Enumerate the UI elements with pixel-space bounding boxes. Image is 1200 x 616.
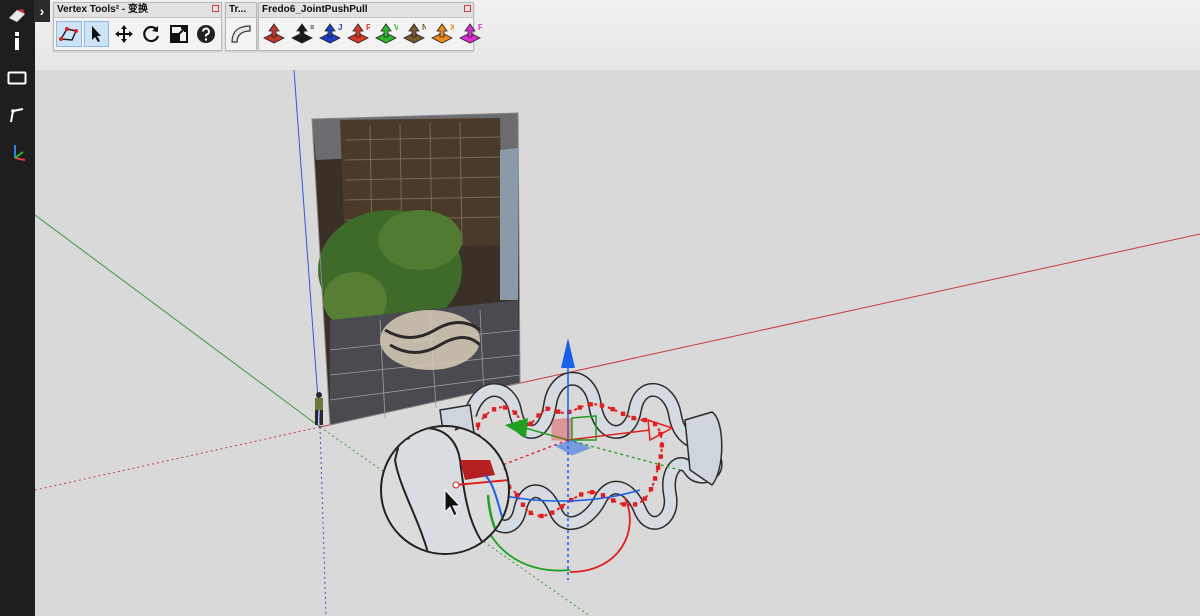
left-sidebar xyxy=(0,0,35,616)
vertex-handle[interactable] xyxy=(631,415,636,421)
vertex-handle[interactable] xyxy=(545,406,550,411)
rectangle-icon[interactable] xyxy=(2,63,32,93)
vertex-handle[interactable] xyxy=(559,504,564,509)
volume-push-pull-button[interactable]: V xyxy=(373,21,399,47)
photo-panel[interactable] xyxy=(311,112,521,426)
vertex-handle[interactable] xyxy=(536,413,541,418)
vertex-handle[interactable] xyxy=(577,405,582,410)
joint-push-pull-blue-button[interactable]: J xyxy=(317,21,343,47)
toolbar-close-icon[interactable] xyxy=(212,5,219,12)
button-letter: N xyxy=(422,23,426,32)
toolbar-title: Fredo6_JointPushPull xyxy=(259,3,473,18)
vector-push-pull-icon: = xyxy=(291,23,314,44)
vertex-tools-toolbar: Vertex Tools² - 变换 xyxy=(53,2,222,51)
vertex-handle[interactable] xyxy=(578,492,584,497)
button-letter: R xyxy=(366,23,370,32)
volume-push-pull-icon: V xyxy=(375,23,398,44)
button-letter: V xyxy=(394,23,398,32)
vertex-handle[interactable] xyxy=(655,465,661,470)
vertex-handle[interactable] xyxy=(550,510,555,515)
move-button[interactable] xyxy=(111,21,137,47)
toolbar-title: Tr... xyxy=(226,3,256,18)
vertex-handle[interactable] xyxy=(555,409,561,414)
select-arrow-button[interactable] xyxy=(83,21,109,47)
curve-deform-button[interactable] xyxy=(227,21,255,47)
z-axis-arrow-icon[interactable] xyxy=(561,338,575,368)
extrude-f-icon: F xyxy=(459,23,482,44)
vertex-handle[interactable] xyxy=(648,486,654,492)
toolbar-title: Vertex Tools² - 变换 xyxy=(54,3,221,18)
magnifier-loupe xyxy=(380,425,510,555)
normal-extrude-button[interactable]: N xyxy=(401,21,427,47)
sidebar-expand-button[interactable]: › xyxy=(34,0,50,22)
vertex-handle[interactable] xyxy=(610,498,616,503)
vertex-handle[interactable] xyxy=(658,454,663,459)
button-letter: F xyxy=(478,23,482,32)
vertex-handle[interactable] xyxy=(482,413,488,419)
axes-icon[interactable] xyxy=(2,137,32,167)
info-icon[interactable] xyxy=(2,26,32,56)
curve-deform-icon xyxy=(231,25,251,43)
xz-plane-handle[interactable] xyxy=(551,417,573,441)
scene-canvas[interactable] xyxy=(35,70,1200,616)
vertex-handle[interactable] xyxy=(520,502,526,507)
button-letter: J xyxy=(338,23,342,32)
button-letter: X xyxy=(450,23,454,32)
blue-axis-negative xyxy=(319,426,327,616)
joint-push-pull-blue-icon: J xyxy=(319,23,342,44)
red-axis-negative xyxy=(35,426,321,491)
joint-push-pull-toolbar: Fredo6_JointPushPull = J R V N X F xyxy=(258,2,482,51)
vertex-handle[interactable] xyxy=(659,443,665,448)
normal-push-pull-icon: R xyxy=(347,23,370,44)
select-polygon-icon xyxy=(58,27,78,41)
vertex-handle[interactable] xyxy=(642,496,647,501)
vertex-handle[interactable] xyxy=(502,405,508,410)
joint-push-pull-icon xyxy=(263,23,285,44)
vertex-handle[interactable] xyxy=(512,410,518,415)
vertex-handle[interactable] xyxy=(642,417,647,423)
select-arrow-icon xyxy=(92,26,102,42)
vertex-handle[interactable] xyxy=(588,402,593,407)
line-tool-icon[interactable] xyxy=(2,100,32,130)
rotate-button[interactable] xyxy=(139,21,165,47)
vertex-handle[interactable] xyxy=(610,406,615,412)
vertex-handle[interactable] xyxy=(528,510,533,516)
help-button[interactable] xyxy=(194,21,220,47)
scale-button[interactable] xyxy=(166,21,192,47)
rotate-icon xyxy=(143,25,160,43)
button-letter: = xyxy=(310,23,314,32)
move-icon xyxy=(114,25,133,43)
model-viewport[interactable] xyxy=(35,70,1200,616)
vertex-handle[interactable] xyxy=(475,422,481,428)
normal-extrude-icon: N xyxy=(403,23,426,44)
help-icon xyxy=(197,25,216,43)
green-axis xyxy=(35,214,321,428)
vertex-handle[interactable] xyxy=(620,411,626,416)
vertex-handle[interactable] xyxy=(514,492,520,498)
toolbar-close-icon[interactable] xyxy=(464,5,471,12)
joint-push-pull-button[interactable] xyxy=(261,21,287,47)
extrude-f-button[interactable]: F xyxy=(457,21,483,47)
vertex-handle[interactable] xyxy=(491,407,497,412)
vertex-handle[interactable] xyxy=(652,476,658,481)
vector-push-pull-button[interactable]: = xyxy=(289,21,315,47)
extrude-x-button[interactable]: X xyxy=(429,21,455,47)
vertex-handle[interactable] xyxy=(632,502,638,507)
vertex-handle[interactable] xyxy=(589,490,595,495)
vertex-handle[interactable] xyxy=(539,513,544,519)
tr-toolbar: Tr... xyxy=(225,2,257,51)
scale-icon xyxy=(169,25,188,43)
vertex-handle[interactable] xyxy=(599,403,605,408)
vertex-handle[interactable] xyxy=(621,502,627,507)
select-polygon-button[interactable] xyxy=(56,21,82,47)
vertex-handle[interactable] xyxy=(600,493,606,498)
extrude-x-icon: X xyxy=(431,23,454,44)
vertex-handle[interactable] xyxy=(528,421,533,426)
normal-push-pull-button[interactable]: R xyxy=(345,21,371,47)
